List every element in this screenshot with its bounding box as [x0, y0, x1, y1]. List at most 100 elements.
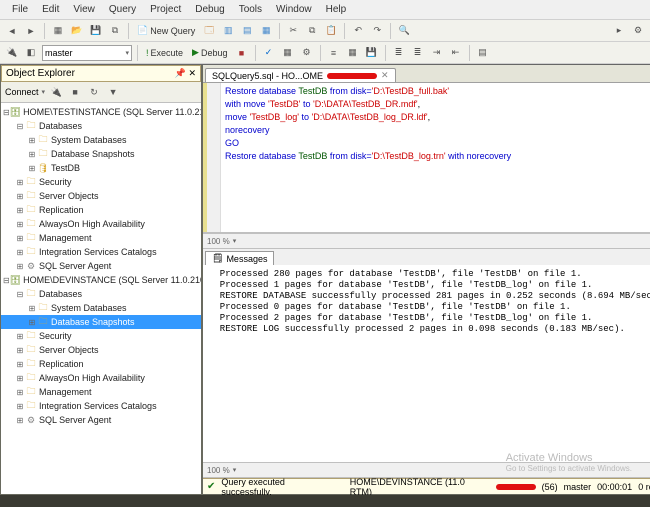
tree-node[interactable]: ⊟🗄HOME\TESTINSTANCE (SQL Server 11.0.210… — [1, 105, 201, 119]
tree-twisty-icon[interactable]: ⊞ — [15, 402, 25, 411]
uncomment-icon[interactable]: ≣ — [410, 45, 426, 61]
paste-icon[interactable]: 📋 — [323, 23, 339, 39]
database-combo[interactable]: master▾ — [42, 45, 132, 61]
disconnect-icon[interactable]: 🔌 — [48, 84, 64, 100]
menu-window[interactable]: Window — [270, 2, 318, 17]
menu-query[interactable]: Query — [103, 2, 142, 17]
cut-icon[interactable]: ✂ — [285, 23, 301, 39]
redo-icon[interactable]: ↷ — [369, 23, 385, 39]
indent-icon[interactable]: ⇥ — [429, 45, 445, 61]
tree-node[interactable]: ⊞⚙SQL Server Agent — [1, 259, 201, 273]
copy-icon[interactable]: ⧉ — [304, 23, 320, 39]
tree-node[interactable]: ⊞🗀Replication — [1, 357, 201, 371]
tree-twisty-icon[interactable]: ⊞ — [15, 248, 25, 257]
save-icon[interactable]: 💾 — [88, 23, 104, 39]
connect-button[interactable]: Connect — [5, 87, 39, 97]
tree-node[interactable]: ⊟🗀Databases — [1, 119, 201, 133]
parse-icon[interactable]: ✓ — [261, 45, 277, 61]
tree-node[interactable]: ⊞🗀Integration Services Catalogs — [1, 245, 201, 259]
tree-twisty-icon[interactable]: ⊞ — [15, 346, 25, 355]
specify-values-icon[interactable]: ▤ — [475, 45, 491, 61]
tree-twisty-icon[interactable]: ⊞ — [27, 136, 37, 145]
find-icon[interactable]: 🔍 — [396, 23, 412, 39]
tree-node[interactable]: ⊟🗀Databases — [1, 287, 201, 301]
menu-tools[interactable]: Tools — [233, 2, 268, 17]
display-plan-icon[interactable]: ▦ — [280, 45, 296, 61]
stop-icon[interactable]: ■ — [67, 84, 83, 100]
execute-button[interactable]: ! Execute — [143, 47, 186, 59]
close-tab-icon[interactable]: ✕ — [381, 70, 389, 81]
open-icon[interactable]: 📂 — [69, 23, 85, 39]
results-text-icon[interactable]: ≡ — [326, 45, 342, 61]
tree-twisty-icon[interactable]: ⊞ — [15, 206, 25, 215]
tree-twisty-icon[interactable]: ⊞ — [27, 318, 37, 327]
nav-back-icon[interactable]: ◄ — [4, 23, 20, 39]
sql-editor[interactable]: Restore database TestDB from disk='D:\Te… — [203, 83, 650, 233]
comment-icon[interactable]: ≣ — [391, 45, 407, 61]
cancel-query-icon[interactable]: ■ — [234, 45, 250, 61]
tree-twisty-icon[interactable]: ⊞ — [15, 192, 25, 201]
saveall-icon[interactable]: ⧉ — [107, 23, 123, 39]
tree-twisty-icon[interactable]: ⊞ — [27, 150, 37, 159]
editor-zoom[interactable]: 100 % ▾◂ — [203, 233, 650, 249]
menu-edit[interactable]: Edit — [36, 2, 65, 17]
pin-icon[interactable]: 📌 ✕ — [175, 68, 196, 79]
tree-twisty-icon[interactable]: ⊞ — [15, 374, 25, 383]
tree-twisty-icon[interactable]: ⊞ — [15, 220, 25, 229]
tab-messages[interactable]: 🗒Messages — [205, 251, 274, 265]
tree-twisty-icon[interactable]: ⊟ — [3, 108, 10, 117]
tree-node[interactable]: ⊞🗀Security — [1, 329, 201, 343]
menu-help[interactable]: Help — [320, 2, 353, 17]
available-db-icon[interactable]: ◧ — [23, 45, 39, 61]
tree-node[interactable]: ⊞🗀System Databases — [1, 133, 201, 147]
filter-icon[interactable]: ▼ — [105, 84, 121, 100]
tree-node[interactable]: ⊞🗀Database Snapshots — [1, 147, 201, 161]
db-engine-query-icon[interactable]: 🗔 — [201, 23, 217, 39]
tree-node[interactable]: ⊞🗀Server Objects — [1, 343, 201, 357]
tree-node[interactable]: ⊞🗀Integration Services Catalogs — [1, 399, 201, 413]
results-grid-icon[interactable]: ▦ — [345, 45, 361, 61]
change-connection-icon[interactable]: 🔌 — [4, 45, 20, 61]
tree-node[interactable]: ⊞🗀Database Snapshots — [1, 315, 201, 329]
new-project-icon[interactable]: ▦ — [50, 23, 66, 39]
tree-node[interactable]: ⊞🗀Replication — [1, 203, 201, 217]
messages-output[interactable]: Processed 280 pages for database 'TestDB… — [203, 265, 650, 462]
nav-fwd-icon[interactable]: ► — [23, 23, 39, 39]
undo-icon[interactable]: ↶ — [350, 23, 366, 39]
mdx-icon[interactable]: ▤ — [239, 23, 255, 39]
results-file-icon[interactable]: 💾 — [364, 45, 380, 61]
menu-debug[interactable]: Debug — [189, 2, 230, 17]
tree-twisty-icon[interactable]: ⊞ — [15, 388, 25, 397]
tree-twisty-icon[interactable]: ⊞ — [15, 416, 25, 425]
tab-sqlquery[interactable]: SQLQuery5.sql - HO...OME ✕ — [205, 68, 396, 82]
dmx-icon[interactable]: ▦ — [258, 23, 274, 39]
outdent-icon[interactable]: ⇤ — [448, 45, 464, 61]
tree-twisty-icon[interactable]: ⊞ — [27, 304, 37, 313]
activity-icon[interactable]: ▸ — [611, 23, 627, 39]
menu-view[interactable]: View — [67, 2, 101, 17]
tree-node[interactable]: ⊞🗀AlwaysOn High Availability — [1, 371, 201, 385]
tree-node[interactable]: ⊞🗀Server Objects — [1, 189, 201, 203]
tree-twisty-icon[interactable]: ⊞ — [15, 178, 25, 187]
options-icon[interactable]: ⚙ — [630, 23, 646, 39]
tree-node[interactable]: ⊞🗀AlwaysOn High Availability — [1, 217, 201, 231]
tree-node[interactable]: ⊞⚙SQL Server Agent — [1, 413, 201, 427]
query-options-icon[interactable]: ⚙ — [299, 45, 315, 61]
tree-twisty-icon[interactable]: ⊞ — [15, 360, 25, 369]
analysis-icon[interactable]: ▥ — [220, 23, 236, 39]
tree-node[interactable]: ⊞🗀Management — [1, 231, 201, 245]
tree-twisty-icon[interactable]: ⊞ — [15, 234, 25, 243]
tree-twisty-icon[interactable]: ⊟ — [3, 276, 10, 285]
tree-node[interactable]: ⊞🛢TestDB — [1, 161, 201, 175]
new-query-button[interactable]: 📄 New Query — [134, 24, 198, 37]
editor-text[interactable]: Restore database TestDB from disk='D:\Te… — [221, 83, 650, 232]
object-explorer-tree[interactable]: ⊟🗄HOME\TESTINSTANCE (SQL Server 11.0.210… — [1, 103, 201, 494]
menu-project[interactable]: Project — [144, 2, 187, 17]
tree-twisty-icon[interactable]: ⊟ — [15, 122, 25, 131]
tree-twisty-icon[interactable]: ⊟ — [15, 290, 25, 299]
tree-node[interactable]: ⊟🗄HOME\DEVINSTANCE (SQL Server 11.0.2100… — [1, 273, 201, 287]
tree-node[interactable]: ⊞🗀Security — [1, 175, 201, 189]
tree-twisty-icon[interactable]: ⊞ — [15, 332, 25, 341]
tree-twisty-icon[interactable]: ⊞ — [15, 262, 25, 271]
debug-button[interactable]: ▶ Debug — [189, 46, 230, 59]
